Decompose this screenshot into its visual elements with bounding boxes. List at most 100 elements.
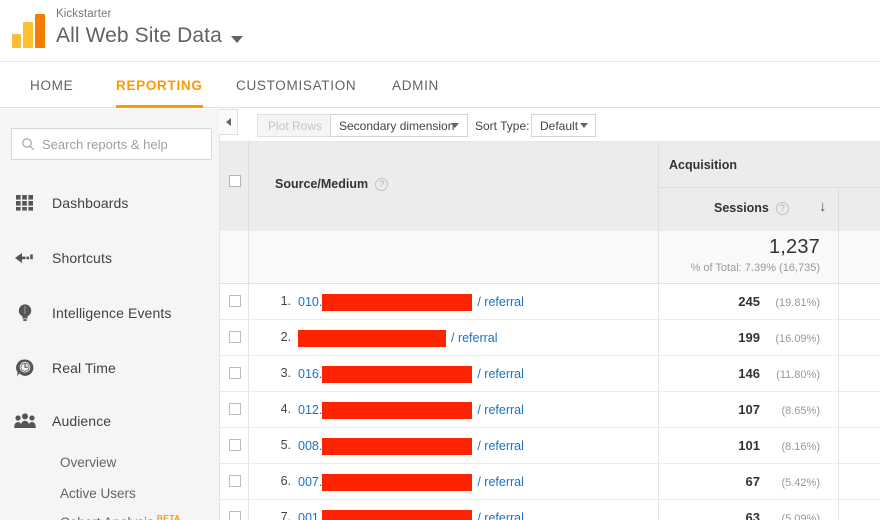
row-source-prefix: 012. — [298, 403, 323, 417]
sidebar-subitem-overview[interactable]: Overview — [0, 449, 219, 475]
sidebar: Dashboards Shortcuts — [0, 109, 220, 520]
row-source-prefix: 008. — [298, 439, 323, 453]
row-sessions-percent: (8.65%) — [781, 405, 820, 417]
row-checkbox[interactable] — [229, 511, 241, 520]
row-sessions-cell: 101 (8.16%) — [659, 428, 839, 463]
row-sessions-count: 245 — [738, 294, 760, 309]
row-source-medium-link[interactable]: 016. / referral — [298, 365, 524, 383]
google-analytics-app: Kickstarter All Web Site Data HOME REPOR… — [0, 0, 880, 520]
row-checkbox[interactable] — [229, 295, 241, 307]
sort-type-value: Default — [540, 118, 579, 133]
row-sessions-cell: 107 (8.65%) — [659, 392, 839, 427]
table-row: 7. 001. / referral 63 (5.09%) — [220, 500, 880, 520]
row-sessions-value-group: 63 (5.09%) — [746, 510, 820, 520]
tab-home[interactable]: HOME — [30, 62, 73, 108]
sidebar-item-real-time[interactable]: Real Time — [0, 353, 219, 383]
row-next-metric-cell — [839, 392, 880, 427]
row-checkbox[interactable] — [229, 331, 241, 343]
row-source-medium-cell: 2. / referral — [249, 320, 659, 355]
google-analytics-logo — [12, 14, 48, 48]
search-reports-box[interactable] — [11, 128, 212, 160]
row-source-medium-cell: 3. 016. / referral — [249, 356, 659, 391]
totals-dimension-cell — [249, 231, 659, 284]
row-source-medium-cell: 6. 007. / referral — [249, 464, 659, 499]
sidebar-subitem-active-users[interactable]: Active Users — [0, 480, 219, 506]
row-sessions-count: 67 — [745, 474, 760, 489]
sidebar-subitem-label: Cohort Analysis — [60, 515, 154, 520]
row-source-suffix: / referral — [477, 511, 524, 520]
sidebar-item-label: Real Time — [52, 360, 116, 376]
row-source-medium-link[interactable]: 012. / referral — [298, 401, 524, 419]
table-row: 6. 007. / referral 67 (5.42%) — [220, 464, 880, 500]
question-mark-icon[interactable]: ? — [775, 201, 789, 215]
select-all-checkbox[interactable] — [229, 175, 241, 187]
row-checkbox-cell — [220, 500, 249, 520]
totals-sessions-value: 1,237 — [768, 236, 820, 258]
row-checkbox-cell — [220, 464, 249, 499]
tab-customisation[interactable]: CUSTOMISATION — [236, 62, 356, 108]
arrow-down-icon[interactable]: ↓ — [819, 199, 827, 214]
sidebar-item-shortcuts[interactable]: Shortcuts — [0, 243, 219, 273]
row-sessions-count: 101 — [738, 438, 760, 453]
row-sessions-percent: (19.81%) — [775, 297, 820, 309]
view-selector[interactable]: All Web Site Data — [56, 22, 243, 50]
tab-admin[interactable]: ADMIN — [392, 62, 439, 108]
secondary-dimension-dropdown[interactable]: Secondary dimension — [330, 114, 468, 137]
row-checkbox[interactable] — [229, 439, 241, 451]
header-source-medium-cell[interactable]: Source/Medium ? — [249, 142, 659, 231]
row-source-medium-cell: 1. 010. / referral — [249, 284, 659, 319]
row-sessions-cell: 245 (19.81%) — [659, 284, 839, 319]
header-sessions-label: Sessions — [714, 201, 769, 215]
row-source-prefix: 001. — [298, 511, 323, 520]
question-mark-icon[interactable]: ? — [375, 177, 389, 191]
table-row: 3. 016. / referral 146 (11.80%) — [220, 356, 880, 392]
header-next-metric-cell[interactable] — [839, 187, 880, 231]
row-source-suffix: / referral — [477, 403, 524, 417]
row-next-metric-cell — [839, 428, 880, 463]
row-redaction-bar — [322, 365, 473, 383]
row-source-medium-link[interactable]: 010. / referral — [298, 293, 524, 311]
chevron-down-icon — [580, 123, 588, 128]
row-checkbox-cell — [220, 320, 249, 355]
sidebar-collapse-button[interactable] — [219, 109, 238, 135]
row-checkbox[interactable] — [229, 367, 241, 379]
row-rank: 2. — [280, 330, 291, 344]
row-checkbox[interactable] — [229, 403, 241, 415]
table-row: 4. 012. / referral 107 (8.65%) — [220, 392, 880, 428]
row-source-medium-link[interactable]: 007. / referral — [298, 473, 524, 491]
row-source-medium-link[interactable]: 008. / referral — [298, 437, 524, 455]
header-acquisition-label: Acquisition — [669, 158, 738, 172]
row-redaction-bar — [322, 401, 473, 419]
tab-reporting[interactable]: REPORTING — [116, 62, 203, 108]
sidebar-item-dashboards[interactable]: Dashboards — [0, 188, 219, 218]
row-source-prefix: 016. — [298, 367, 323, 381]
sort-type-label: Sort Type: — [475, 118, 530, 133]
view-name: All Web Site Data — [56, 24, 222, 47]
table-toolbar: Plot Rows Secondary dimension Sort Type:… — [220, 109, 880, 142]
totals-sessions-subtext: % of Total: 7.39% (16,735) — [690, 262, 820, 274]
row-source-suffix: / referral — [477, 295, 524, 309]
search-icon — [21, 137, 35, 151]
header-source-medium-label: Source/Medium — [275, 177, 369, 191]
search-input[interactable] — [42, 136, 202, 152]
secondary-dimension-label: Secondary dimension — [339, 118, 455, 133]
header-sessions-cell[interactable]: Sessions ? ↓ — [659, 187, 839, 231]
row-checkbox[interactable] — [229, 475, 241, 487]
sidebar-item-intelligence-events[interactable]: Intelligence Events — [0, 298, 219, 328]
row-source-medium-link[interactable]: 001. / referral — [298, 509, 524, 520]
row-sessions-cell: 63 (5.09%) — [659, 500, 839, 520]
sort-type-dropdown[interactable]: Default — [531, 114, 596, 137]
row-source-medium-link[interactable]: / referral — [298, 329, 498, 347]
row-source-suffix: / referral — [477, 439, 524, 453]
row-source-prefix: 007. — [298, 475, 323, 489]
row-sessions-percent: (16.09%) — [775, 333, 820, 345]
sidebar-item-audience[interactable]: Audience — [0, 406, 219, 436]
row-checkbox-cell — [220, 428, 249, 463]
row-checkbox-cell — [220, 392, 249, 427]
row-sessions-percent: (8.16%) — [781, 441, 820, 453]
row-rank: 4. — [280, 402, 291, 416]
table-row: 5. 008. / referral 101 (8.16%) — [220, 428, 880, 464]
sidebar-subitem-cohort-analysis[interactable]: Cohort Analysis BETA — [0, 509, 219, 520]
row-sessions-value-group: 101 (8.16%) — [738, 438, 820, 453]
row-source-medium-cell: 5. 008. / referral — [249, 428, 659, 463]
